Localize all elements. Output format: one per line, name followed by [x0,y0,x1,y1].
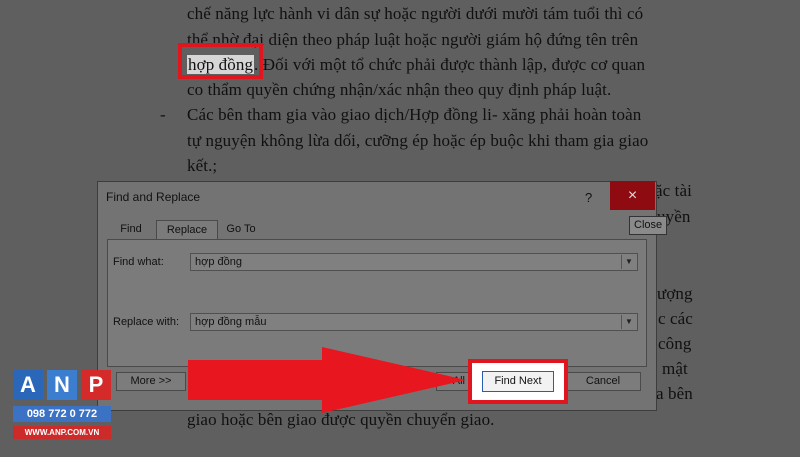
logo-letter-a: A [13,370,43,400]
logo-phone: 098 772 0 772 [13,406,111,422]
logo-letter-p: P [81,370,111,400]
anp-logo: A N P 098 772 0 772 WWW.ANP.COM.VN [13,370,113,444]
find-next-button[interactable]: Find Next [482,371,554,392]
arrow-shape [188,347,466,413]
logo-website: WWW.ANP.COM.VN [13,426,111,439]
find-next-highlight-box: Find Next [468,359,568,404]
logo-letter-n: N [47,370,77,400]
pointer-arrow [188,347,466,413]
